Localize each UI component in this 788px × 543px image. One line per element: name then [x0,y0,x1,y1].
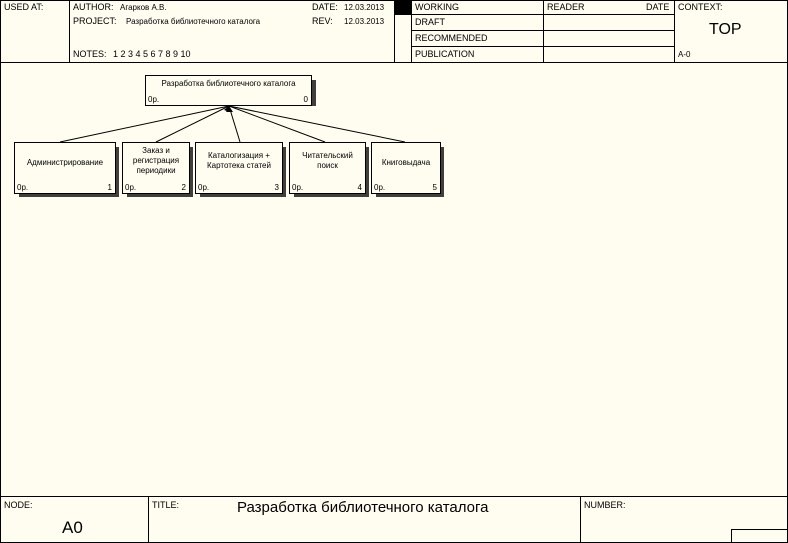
activity-box-3[interactable]: Каталогизация + Картотека статей 0р. 3 [195,142,283,194]
activity-label-4: Читательский поиск [302,151,353,170]
node-value: A0 [62,518,83,537]
activity-label-2: Заказ и регистрация периодики [132,146,180,175]
node-label: NODE: [4,500,33,510]
title-label: TITLE: [152,500,180,510]
activity-box-4[interactable]: Читательский поиск 0р. 4 [289,142,366,194]
activity-cost-2: 0р. [125,183,137,192]
connector-lines [59,105,406,143]
activity-cost-1: 0р. [17,183,29,192]
activity-label-3: Каталогизация + Картотека статей [207,151,271,170]
number-label: NUMBER: [584,500,626,510]
root-activity-box[interactable]: Разработка библиотечного каталога 0р. 0 [145,75,312,106]
activity-cost-5: 0р. [374,183,386,192]
activity-number-4: 4 [357,183,362,192]
activity-number-2: 2 [181,183,186,192]
root-activity-label: Разработка библиотечного каталога [161,79,296,88]
activity-box-5[interactable]: Книговыдача 0р. 5 [371,142,441,194]
activity-number-3: 3 [274,183,279,192]
activity-box-1[interactable]: Администрирование 0р. 1 [14,142,116,194]
activity-cost-4: 0р. [292,183,304,192]
title-value: Разработка библиотечного каталога [237,499,489,516]
activity-label-5: Книговыдача [381,158,431,167]
activity-label-1: Администрирование [26,158,104,167]
activity-cost-3: 0р. [198,183,210,192]
root-activity-cost: 0р. [148,95,160,104]
activity-box-2[interactable]: Заказ и регистрация периодики 0р. 2 [122,142,190,194]
activity-number-1: 1 [107,183,112,192]
activity-number-5: 5 [432,183,437,192]
root-activity-number: 0 [303,95,308,104]
